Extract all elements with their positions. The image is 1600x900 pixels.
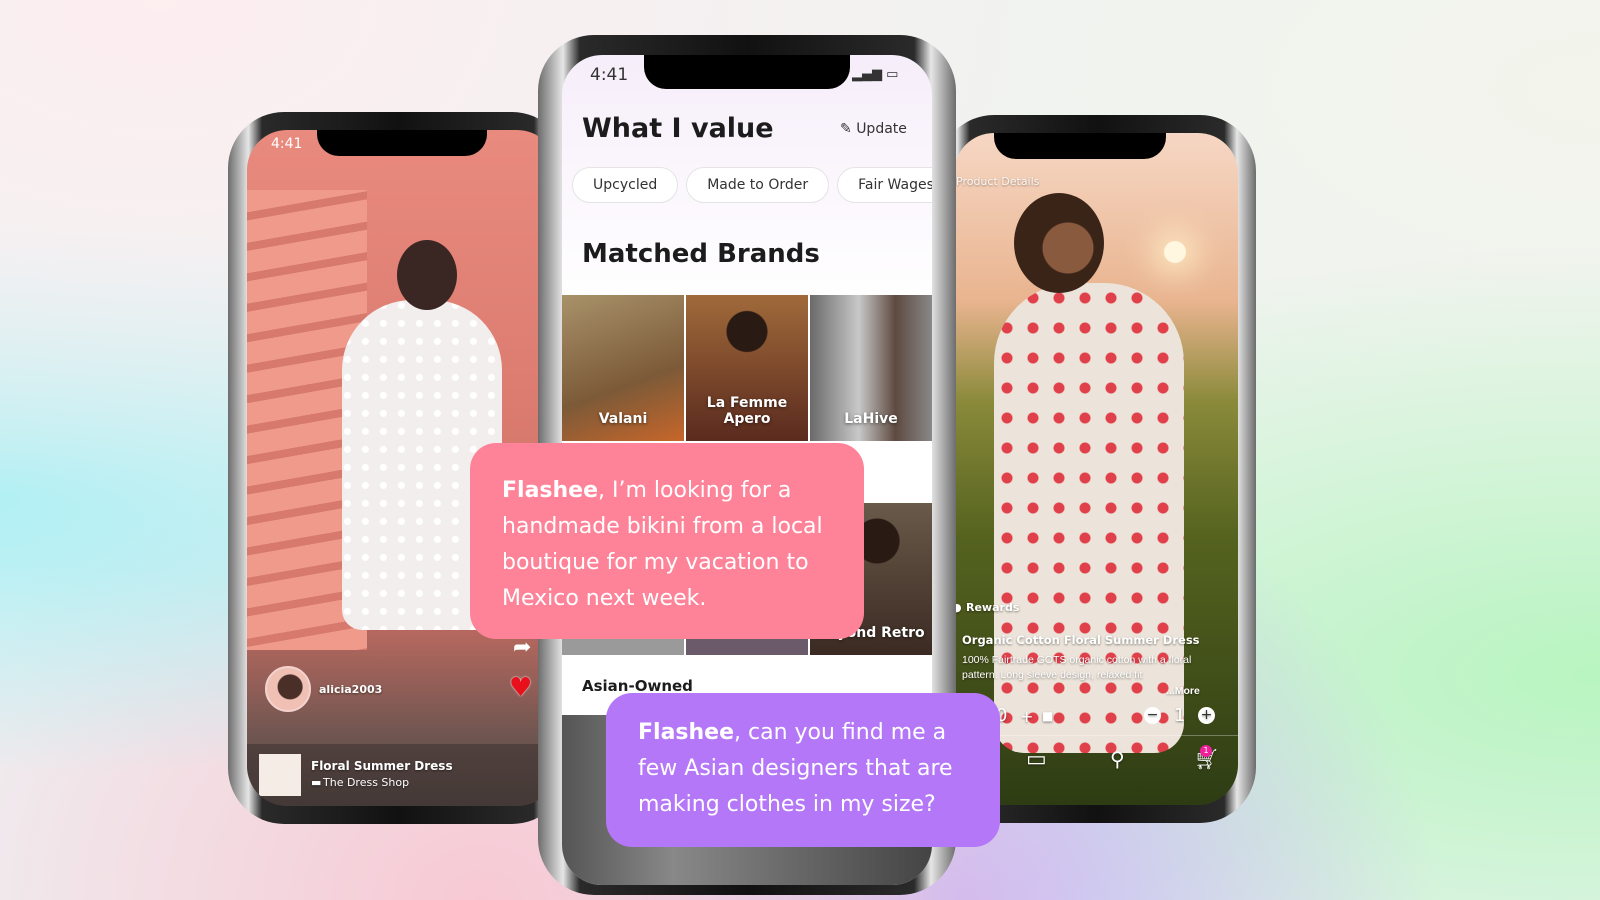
status-time: 4:41 [590,65,629,85]
brand-tile-la-femme-apero[interactable]: La Femme Apero [686,295,808,441]
matched-brands-title: Matched Brands [582,239,820,269]
model-head-photo [1014,193,1104,293]
status-time: 4:41 [271,136,303,152]
shipping-truck-icon: ■ [1042,709,1054,723]
right-phone-screen: Product Details ● Rewards Organic Cotton… [954,133,1238,805]
heart-icon[interactable]: ♥ [509,673,532,703]
chip-upcycled[interactable]: Upcycled [572,167,679,203]
chat-bubble-asian-designers-request: Flashee, can you find me a few Asian des… [606,693,1000,847]
model-head-photo [397,240,457,310]
product-bar[interactable]: Floral Summer Dress ▬ The Dress Shop [247,744,557,806]
pencil-icon: ✎ [840,121,857,137]
chat-icon[interactable]: ▭ [1026,747,1047,772]
signal-battery-icons: ▂▄▆ ▭ [852,67,899,82]
product-title: Organic Cotton Floral Summer Dress [962,633,1200,647]
chip-made-to-order[interactable]: Made to Order [686,167,830,203]
product-title: Floral Summer Dress [311,759,453,773]
shop-icon: ▬ [311,776,322,789]
decrease-quantity-button[interactable]: − [1144,707,1161,724]
profile-icon[interactable]: ⚲ [1110,747,1125,771]
more-link[interactable]: ...More [1166,685,1200,697]
increase-quantity-button[interactable]: + [1198,707,1215,724]
rewards-label[interactable]: Rewards [966,601,1019,614]
plus-icon: + [1020,707,1034,726]
value-chips: Upcycled Made to Order Fair Wages [572,167,932,203]
chat-bubble-bikini-request: Flashee, I’m looking for a handmade biki… [470,443,864,639]
chip-fair-wages[interactable]: Fair Wages [837,167,932,203]
cart-badge: 1 [1200,745,1212,757]
sun [1164,241,1186,263]
product-thumbnail [259,754,301,796]
brand-tile-valani[interactable]: Valani [562,295,684,441]
quantity-value: 1 [1174,705,1186,726]
values-title: What I value [582,113,774,144]
brand-tile-lahive[interactable]: LaHive [810,295,932,441]
username[interactable]: alicia2003 [319,683,382,696]
avatar[interactable] [265,666,311,712]
shop-name[interactable]: The Dress Shop [323,776,409,789]
product-description: 100% Fairtrade GOTS organic cotton with … [962,654,1192,681]
update-button[interactable]: ✎ Update [840,121,907,137]
page-header: Product Details [956,175,1040,188]
